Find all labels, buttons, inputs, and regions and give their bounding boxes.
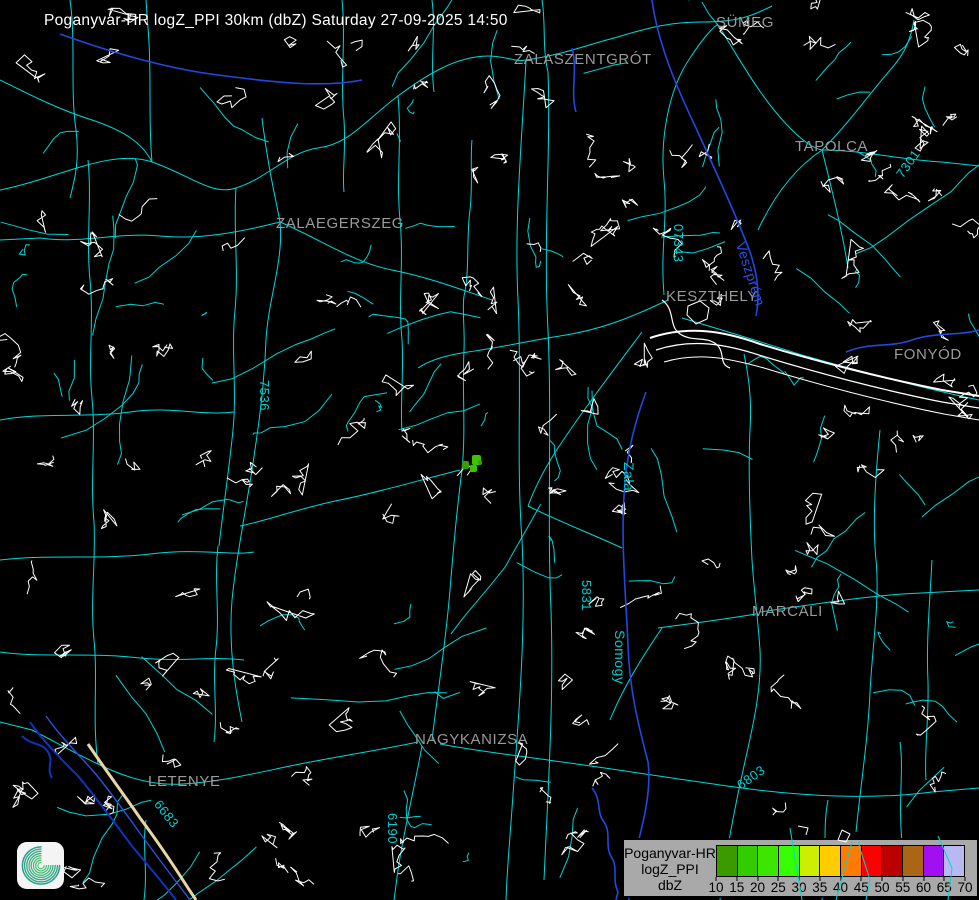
legend-panel: Poganyvar-HR logZ_PPI dbZ 10 15 20 25 30 35 40…	[622, 838, 979, 898]
legend-color-cell	[943, 845, 965, 877]
legend-product-type: logZ_PPI	[624, 861, 716, 877]
radar-basemap	[0, 0, 979, 900]
product-title: Poganyvar-HR logZ_PPI 30km (dbZ) Saturda…	[44, 12, 508, 30]
legend-color-cell	[737, 845, 759, 877]
legend-color-cell	[716, 845, 738, 877]
spiral-icon	[17, 842, 64, 889]
legend-color-cell	[799, 845, 821, 877]
legend-tick: 55	[895, 877, 910, 895]
legend-tick: 10	[708, 877, 723, 895]
main-road-network	[0, 0, 979, 900]
legend-color-cell	[902, 845, 924, 877]
radar-display: SÜMEGZALASZENTGRÓTTAPOLCAZALAEGERSZEGKES…	[0, 0, 979, 900]
legend-product-info: Poganyvar-HR logZ_PPI dbZ	[624, 840, 716, 896]
legend-tick: 40	[833, 877, 848, 895]
legend-tick: 50	[874, 877, 889, 895]
legend-color-scale: 10152025303540455055606570	[716, 840, 965, 896]
settlement-outlines	[0, 0, 979, 889]
legend-tick: 15	[729, 877, 744, 895]
legend-tick: 35	[812, 877, 827, 895]
legend-tick: 60	[916, 877, 931, 895]
legend-unit: dbZ	[624, 877, 716, 893]
legend-radar-name: Poganyvar-HR	[624, 845, 716, 861]
legend-color-cell	[861, 845, 883, 877]
legend-tick: 45	[854, 877, 869, 895]
legend-tick: 65	[937, 877, 952, 895]
national-border-line	[88, 744, 196, 900]
minor-road-network	[1, 0, 979, 900]
legend-color-cell	[757, 845, 779, 877]
legend-color-cell	[819, 845, 841, 877]
legend-color-cell	[881, 845, 903, 877]
balaton-shoreline	[650, 300, 979, 420]
legend-color-cell	[923, 845, 945, 877]
weather-service-spiral-logo	[17, 842, 64, 889]
legend-tick: 25	[771, 877, 786, 895]
legend-tick: 20	[750, 877, 765, 895]
legend-color-cell	[778, 845, 800, 877]
legend-color-cell	[840, 845, 862, 877]
legend-color-cells	[716, 845, 965, 877]
legend-tick: 70	[957, 877, 972, 895]
legend-tick: 30	[791, 877, 806, 895]
legend-tick-labels: 10152025303540455055606570	[716, 877, 965, 897]
